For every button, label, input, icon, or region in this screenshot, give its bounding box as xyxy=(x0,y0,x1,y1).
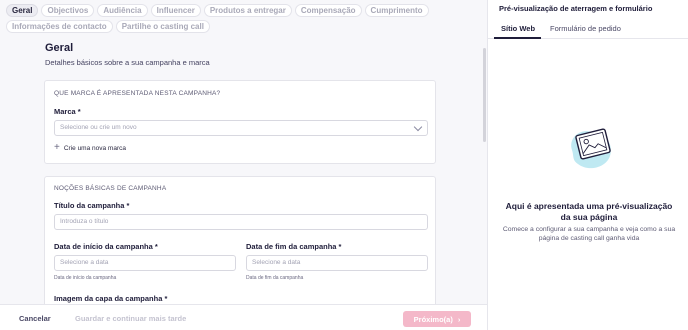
tab-sitio-web[interactable]: Sítio Web xyxy=(501,24,535,33)
start-date-placeholder: Selecione a data xyxy=(60,259,109,266)
create-brand-label: Crie uma nova marca xyxy=(63,144,126,152)
tab-produtos[interactable]: Produtos a entregar xyxy=(203,4,292,17)
tab-contacto[interactable]: Informações de contacto xyxy=(6,20,113,33)
basics-section-title: NOÇÕES BÁSICAS DE CAMPANHA xyxy=(54,185,167,192)
empty-preview-title: Aqui é apresentada uma pré-visualização … xyxy=(505,201,673,222)
cover-image-label: Imagem da capa da campanha * xyxy=(54,294,168,303)
tab-objectivos[interactable]: Objectivos xyxy=(41,4,95,17)
save-later-button[interactable]: Guardar e continuar mais tarde xyxy=(75,314,186,323)
preview-title: Pré-visualização de aterragem e formulár… xyxy=(499,4,653,13)
create-brand-link[interactable]: + Crie uma nova marca xyxy=(54,142,126,153)
tab-cumprimento[interactable]: Cumprimento xyxy=(364,4,429,17)
campaign-title-input[interactable]: Introduza o título xyxy=(54,214,428,230)
end-date-input[interactable]: Selecione a data xyxy=(246,255,428,271)
next-button-label: Próximo(a) xyxy=(413,314,453,324)
campaign-title-label: Título da campanha * xyxy=(54,201,130,210)
page-subtitle: Detalhes básicos sobre a sua campanha e … xyxy=(45,58,210,67)
brand-card: QUE MARCA É APRESENTADA NESTA CAMPANHA? … xyxy=(44,80,436,164)
next-button[interactable]: Próximo(a) › xyxy=(403,311,471,327)
active-tab-indicator xyxy=(494,37,541,39)
end-date-label: Data de fim da campanha * xyxy=(246,242,342,251)
start-date-label: Data de início da campanha * xyxy=(54,242,158,251)
end-date-hint: Data de fim da campanha xyxy=(246,275,304,281)
brand-section-title: QUE MARCA É APRESENTADA NESTA CAMPANHA? xyxy=(54,90,221,97)
chevron-right-icon: › xyxy=(457,314,461,324)
empty-preview-text: Comece a configurar a sua campanha e vej… xyxy=(502,226,676,242)
image-placeholder-icon xyxy=(571,128,611,169)
tab-geral[interactable]: Geral xyxy=(6,4,39,17)
footer-bar: Cancelar Guardar e continuar mais tarde … xyxy=(0,304,487,330)
chevron-down-icon xyxy=(413,122,423,132)
preview-tabs: Sítio Web Formulário de pedido xyxy=(488,20,688,39)
tab-influencer[interactable]: Influencer xyxy=(150,4,201,17)
cancel-button[interactable]: Cancelar xyxy=(19,314,51,323)
brand-label: Marca * xyxy=(54,107,81,116)
start-date-hint: Data de início da campanha xyxy=(54,275,117,281)
plus-icon: + xyxy=(54,142,60,153)
step-tabs: Geral Objectivos Audiência Influencer Pr… xyxy=(6,4,476,33)
tab-formulario-pedido[interactable]: Formulário de pedido xyxy=(550,24,621,33)
page-title: Geral xyxy=(45,42,74,54)
campaign-basics-card: NOÇÕES BÁSICAS DE CAMPANHA Título da cam… xyxy=(44,176,436,316)
brand-select-placeholder: Selecione ou crie um novo xyxy=(60,124,137,131)
brand-select[interactable]: Selecione ou crie um novo xyxy=(54,120,428,136)
campaign-title-placeholder: Introduza o título xyxy=(60,218,109,225)
tab-audiencia[interactable]: Audiência xyxy=(97,4,148,17)
scrollbar-thumb[interactable] xyxy=(483,48,486,142)
campaign-editor-panel: Geral Objectivos Audiência Influencer Pr… xyxy=(0,0,487,330)
tab-partilhe[interactable]: Partilhe o casting call xyxy=(115,20,210,33)
section-header: Geral Detalhes básicos sobre a sua campa… xyxy=(45,42,210,67)
start-date-input[interactable]: Selecione a data xyxy=(54,255,236,271)
end-date-placeholder: Selecione a data xyxy=(252,259,301,266)
preview-panel: Pré-visualização de aterragem e formulár… xyxy=(487,0,688,330)
tab-compensacao[interactable]: Compensação xyxy=(294,4,362,17)
